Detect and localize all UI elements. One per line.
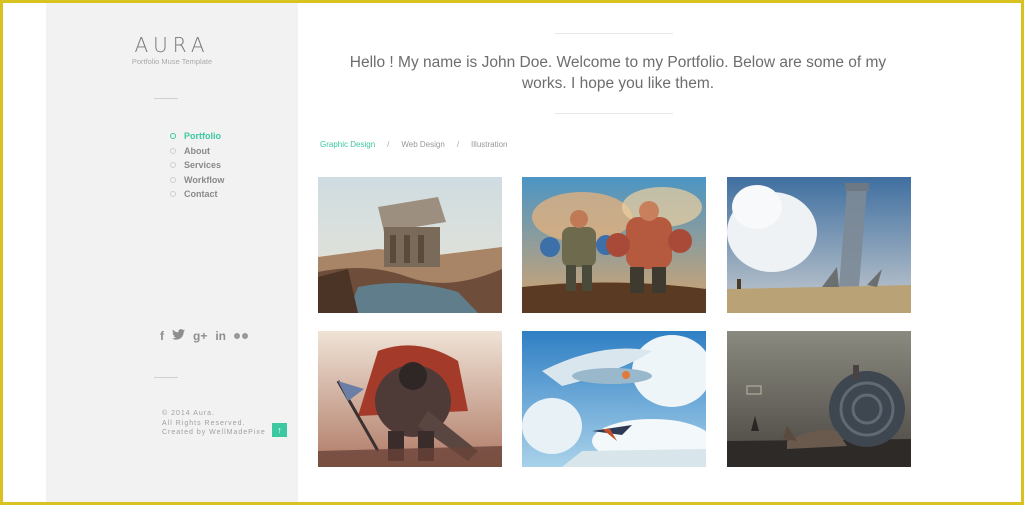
back-to-top-button[interactable]: ↑	[272, 423, 287, 437]
tower-illustration	[727, 177, 911, 313]
portfolio-item-fighters[interactable]	[522, 177, 706, 313]
nav-item-label: About	[184, 145, 210, 156]
sidebar-divider-bottom	[154, 377, 178, 378]
portfolio-item-snail[interactable]	[727, 331, 911, 467]
filter-web-design[interactable]: Web Design	[401, 140, 444, 149]
nav-bullet-icon	[170, 176, 176, 183]
sidebar-divider-top	[154, 98, 178, 99]
portfolio-item-tower[interactable]	[727, 177, 911, 313]
nav-bullet-icon	[170, 133, 176, 140]
nav-item-label: Contact	[184, 189, 218, 200]
fighters-illustration	[522, 177, 706, 313]
site-logo[interactable]: AURA	[46, 33, 298, 57]
nav-bullet-icon	[170, 191, 176, 198]
nav-item-label: Portfolio	[184, 131, 221, 142]
ruins-illustration	[318, 177, 502, 313]
nav-bullet-icon	[170, 162, 176, 169]
welcome-message: Hello ! My name is John Doe. Welcome to …	[349, 54, 887, 92]
site-tagline: Portfolio Muse Template	[131, 57, 213, 66]
social-links: f g+ in	[160, 329, 249, 343]
snail-illustration	[727, 331, 911, 467]
nav-bullet-icon	[170, 147, 176, 154]
filter-separator: /	[387, 140, 390, 149]
nav-item-contact[interactable]: Contact	[170, 187, 224, 202]
facebook-icon[interactable]: f	[160, 329, 164, 343]
sidebar: AURA Portfolio Muse Template Portfolio A…	[46, 3, 298, 502]
nav-item-portfolio[interactable]: Portfolio	[170, 129, 224, 144]
portfolio-filters: Graphic Design / Web Design / Illustrati…	[320, 140, 508, 149]
twitter-icon[interactable]	[172, 329, 185, 343]
rights-text: All Rights Reserved.	[162, 419, 246, 427]
credit-text: Created by WellMadePixe	[162, 429, 266, 436]
nav-item-label: Services	[184, 160, 222, 171]
google-plus-icon[interactable]: g+	[193, 329, 207, 343]
page-frame: AURA Portfolio Muse Template Portfolio A…	[3, 3, 1021, 502]
footer-text: © 2014 Aura. All Rights Reserved. Create…	[162, 409, 266, 438]
nav-item-label: Workflow	[184, 174, 225, 185]
nav-item-about[interactable]: About	[170, 144, 224, 159]
portfolio-item-ruins[interactable]	[318, 177, 502, 313]
flickr-icon[interactable]	[234, 333, 249, 339]
main-nav: Portfolio About Services Workflow Contac…	[170, 129, 224, 202]
portfolio-item-warrior[interactable]	[318, 331, 502, 467]
filter-separator: /	[456, 140, 460, 149]
nav-item-workflow[interactable]: Workflow	[170, 173, 224, 188]
portfolio-item-airship[interactable]	[522, 331, 706, 467]
copyright-text: © 2014 Aura.	[162, 410, 215, 417]
header-rule-top	[555, 33, 673, 34]
warrior-illustration	[318, 331, 502, 467]
filter-graphic-design[interactable]: Graphic Design	[320, 140, 375, 149]
linkedin-icon[interactable]: in	[215, 329, 226, 343]
airship-illustration	[522, 331, 706, 467]
filter-illustration[interactable]: Illustration	[471, 140, 507, 149]
header-rule-bottom	[555, 113, 673, 114]
nav-item-services[interactable]: Services	[170, 158, 224, 173]
